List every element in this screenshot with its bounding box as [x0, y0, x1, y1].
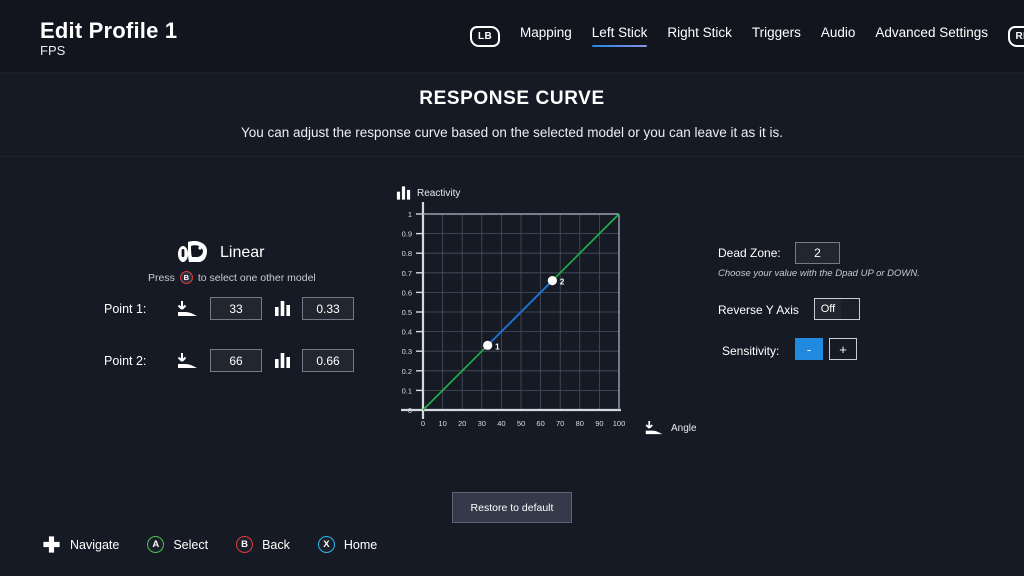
point-2-angle-value[interactable]: 66 [210, 349, 262, 372]
y-axis-caption: Reactivity [396, 186, 460, 200]
svg-text:1: 1 [495, 342, 500, 351]
footer-home[interactable]: X Home [317, 536, 378, 553]
b-button-icon: B [236, 536, 254, 553]
reverse-y-axis-value: Off [820, 303, 836, 315]
bars-icon [262, 301, 302, 316]
svg-text:50: 50 [517, 419, 525, 428]
svg-text:0.8: 0.8 [402, 249, 412, 258]
restore-to-default-button[interactable]: Restore to default [452, 492, 572, 523]
dpad-icon [42, 535, 61, 554]
a-button-icon: A [147, 536, 165, 553]
footer-select[interactable]: A Select [147, 536, 208, 553]
tab-mapping[interactable]: Mapping [520, 25, 572, 47]
page-title: Edit Profile 1 [40, 18, 178, 43]
svg-text:0: 0 [421, 419, 425, 428]
bars-icon [396, 186, 411, 200]
section-description: You can adjust the response curve based … [240, 125, 784, 140]
point-1-reactivity-value[interactable]: 0.33 [302, 297, 354, 320]
app-header: Edit Profile 1 FPS LB Mapping Left Stick… [0, 0, 1024, 72]
footer-home-label: Home [343, 537, 378, 552]
svg-text:0.5: 0.5 [402, 308, 412, 317]
x-axis-label: Angle [671, 422, 697, 434]
svg-text:2: 2 [560, 278, 565, 287]
svg-text:0.6: 0.6 [402, 288, 412, 297]
angle-icon [166, 300, 210, 318]
main-nav: LB Mapping Left Stick Right Stick Trigge… [470, 25, 1024, 47]
footer-navigate-label: Navigate [70, 537, 120, 552]
angle-icon [645, 421, 663, 435]
svg-text:0.1: 0.1 [402, 386, 412, 395]
sensitivity-increase-button[interactable]: + [829, 338, 857, 360]
response-curve-chart: Reactivity Angle 0 0.1 0.2 0.3 0.4 0.5 0.6 0.7 0… [396, 186, 697, 451]
svg-text:0: 0 [408, 406, 412, 415]
point-2-reactivity-value[interactable]: 0.66 [302, 349, 354, 372]
bars-icon [262, 353, 302, 368]
footer-legend: Navigate A Select B Back X Home [42, 535, 377, 554]
app-root: Edit Profile 1 FPS LB Mapping Left Stick… [0, 0, 1024, 576]
svg-text:0.9: 0.9 [402, 230, 412, 239]
footer-back[interactable]: B Back [236, 536, 290, 553]
helmet-icon [178, 241, 207, 262]
section-divider [0, 156, 1024, 157]
b-button-badge: B [179, 271, 193, 284]
svg-text:30: 30 [478, 419, 486, 428]
point-1-angle-value[interactable]: 33 [210, 297, 262, 320]
point-row: Point 1: 33 0.33 [104, 297, 354, 320]
sensitivity-label: Sensitivity: [722, 344, 780, 358]
svg-text:10: 10 [438, 419, 446, 428]
model-hint-suffix: to select one other model [197, 271, 316, 284]
reverse-y-axis-label: Reverse Y Axis [718, 303, 799, 317]
svg-text:1: 1 [408, 210, 412, 219]
model-hint-prefix: Press [148, 271, 175, 284]
header-divider [0, 72, 1024, 73]
svg-text:0.2: 0.2 [402, 367, 412, 376]
left-bumper-icon[interactable]: LB [470, 25, 500, 47]
tab-left-stick[interactable]: Left Stick [591, 25, 647, 47]
sensitivity-decrease-button[interactable]: - [795, 338, 823, 360]
tab-right-stick[interactable]: Right Stick [667, 25, 732, 47]
point-row: Point 2: 66 0.66 [104, 349, 354, 372]
dead-zone-label: Dead Zone: [718, 246, 781, 260]
model-name: Linear [220, 244, 265, 261]
tab-triggers[interactable]: Triggers [752, 25, 801, 47]
svg-text:100: 100 [613, 419, 626, 428]
x-axis-caption: Angle [644, 420, 697, 436]
tab-advanced-settings[interactable]: Advanced Settings [875, 25, 988, 47]
chart-plot-area: 00.10.20.30.40.50.60.70.80.910 10 20 30 40 50… [401, 202, 626, 428]
svg-text:80: 80 [576, 419, 584, 428]
point-1-label: Point 1: [104, 301, 147, 316]
svg-text:0.4: 0.4 [402, 328, 412, 337]
svg-text:40: 40 [497, 419, 505, 428]
svg-text:0.7: 0.7 [402, 269, 412, 278]
point-2-label: Point 2: [104, 353, 147, 368]
section-title: RESPONSE CURVE [419, 88, 605, 109]
y-axis-label: Reactivity [417, 187, 461, 199]
profile-subtitle: FPS [40, 43, 66, 58]
svg-text:20: 20 [458, 419, 466, 428]
footer-select-label: Select [173, 537, 209, 552]
dead-zone-value[interactable]: 2 [795, 242, 840, 264]
svg-text:0.3: 0.3 [402, 347, 412, 356]
angle-icon [166, 352, 210, 370]
model-selector[interactable]: Linear [176, 240, 264, 266]
dead-zone-hint: Choose your value with the Dpad UP or DO… [718, 268, 920, 279]
reverse-y-axis-toggle[interactable]: Off [814, 298, 860, 320]
svg-text:70: 70 [556, 419, 564, 428]
footer-back-label: Back [262, 537, 290, 552]
footer-navigate[interactable]: Navigate [42, 535, 119, 554]
toggle-knob [841, 299, 859, 319]
right-bumper-icon[interactable]: RB [1007, 25, 1024, 47]
svg-text:90: 90 [595, 419, 603, 428]
x-button-icon: X [317, 536, 335, 553]
tab-audio[interactable]: Audio [821, 25, 856, 47]
svg-text:60: 60 [536, 419, 544, 428]
sensitivity-controls: - + [795, 338, 857, 360]
model-hint: Press B to select one other model [148, 271, 316, 284]
